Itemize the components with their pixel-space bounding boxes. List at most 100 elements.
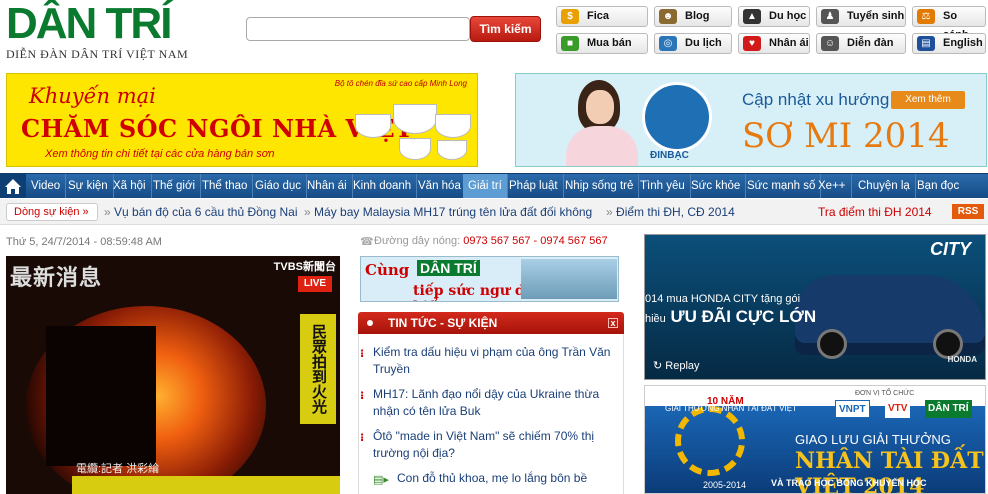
- banner-promo-label: Khuyến mại: [29, 84, 156, 108]
- search-button[interactable]: Tìm kiếm: [470, 16, 541, 42]
- ticker-link[interactable]: Vụ bán độ của 6 cầu thủ Đồng Nai: [114, 205, 297, 219]
- home-icon[interactable]: [0, 174, 26, 198]
- news-bullet-icon: ⁝: [360, 390, 365, 402]
- vnpt-logo: VNPT: [835, 400, 870, 418]
- nav-xa-hoi[interactable]: Xã hội: [108, 174, 152, 198]
- banner-update-text: Cập nhật xu hướng: [742, 90, 890, 109]
- quick-link-blog[interactable]: ☻ Blog: [654, 6, 732, 27]
- quick-link-dien-dan[interactable]: ☺ Diễn đàn: [816, 33, 906, 54]
- current-date: Thứ 5, 24/7/2014 - 08:59:48 AM: [6, 236, 162, 248]
- bowl-image: [437, 140, 467, 160]
- scales-icon: ⚖: [917, 9, 935, 24]
- quick-link-tuyen-sinh[interactable]: ♟ Tuyển sinh: [816, 6, 906, 27]
- event-stream-button[interactable]: Dòng sự kiện »: [6, 203, 98, 221]
- nav-phap-luat[interactable]: Pháp luật: [504, 174, 564, 198]
- ad-banner-shirts[interactable]: ĐINBẠC Cập nhật xu hướng Xem thêm SƠ MI …: [515, 73, 987, 167]
- bowl-image: [435, 114, 471, 138]
- banner-shirt-title: SƠ MI 2014: [742, 116, 950, 156]
- vtv-logo: VTV: [885, 400, 911, 418]
- honda-promo-headline: hiều ƯU ĐÃI CỰC LỚN: [645, 307, 817, 326]
- quick-link-mua-ban[interactable]: ■ Mua bán: [556, 33, 648, 54]
- event-ticker: Dòng sự kiện » » Vụ bán độ của 6 cầu thủ…: [0, 199, 988, 225]
- nav-nhan-ai[interactable]: Nhân ái: [302, 174, 353, 198]
- nav-tinh-yeu[interactable]: Tình yêu: [635, 174, 691, 198]
- heart-icon: ♥: [743, 36, 761, 51]
- ticker-bullet: »: [304, 205, 311, 219]
- brand-name: ĐINBẠC: [650, 150, 689, 161]
- replay-icon: ↻: [653, 360, 663, 372]
- ad-honda-city[interactable]: CITY 014 mua HONDA CITY tặng gói hiều ƯU…: [644, 234, 986, 380]
- quick-link-du-lich[interactable]: ◎ Du lịch: [654, 33, 732, 54]
- featured-news-image[interactable]: 最新消息 TVBS新聞台 LIVE 民眾拍到火光 電纜:記者 洪彩綸: [6, 256, 340, 494]
- ticker-link[interactable]: Điểm thi ĐH, CĐ 2014: [616, 205, 735, 219]
- nav-su-kien[interactable]: Sự kiện: [63, 174, 114, 198]
- exam-score-link[interactable]: Tra điểm thi ĐH 2014: [818, 203, 932, 221]
- banner-gift-note: Bộ tô chén đĩa sứ cao cấp Minh Long: [334, 79, 467, 88]
- news-section-header: TIN TỨC - SỰ KIỆN x: [358, 312, 624, 334]
- quick-link-du-hoc[interactable]: ▲ Du học: [738, 6, 810, 27]
- shopping-bag-icon: ■: [561, 36, 579, 51]
- nav-kinh-doanh[interactable]: Kinh doanh: [348, 174, 418, 198]
- brand-logo-circle: [642, 82, 712, 152]
- honda-logo: HONDA: [947, 355, 977, 364]
- ticker-link[interactable]: Máy bay Malaysia MH17 trúng tên lửa đất …: [314, 205, 592, 219]
- photo-overlay-title: 最新消息: [10, 266, 103, 291]
- bullet-icon: [367, 320, 373, 326]
- nav-giai-tri[interactable]: Giải trí: [463, 174, 508, 198]
- award-subtitle: GIẢI THƯỞNG NHÂN TÀI ĐẤT VIỆT: [665, 404, 797, 413]
- coins-icon: $: [561, 9, 579, 24]
- people-icon: ☻: [659, 9, 677, 24]
- bowl-image: [355, 114, 391, 138]
- phone-icon: ☎: [360, 236, 374, 248]
- dantri-mini-logo: DÂN TRÍ: [417, 260, 480, 276]
- quick-link-english[interactable]: ▤ English: [912, 33, 986, 54]
- quick-link-fica[interactable]: $ Fica: [556, 6, 648, 27]
- quick-links: $Fica ☻Blog ▲Du học ♟Tuyển sinh ⚖So sánh…: [556, 6, 986, 56]
- list-item[interactable]: ⁝ MH17: Lãnh đạo nổi dậy của Ukraine thừa…: [360, 386, 615, 420]
- list-item[interactable]: ▤▸ Con đỗ thủ khoa, mẹ lo lắng bôn bề: [373, 470, 615, 487]
- book-icon: ▤: [917, 36, 935, 51]
- bowl-image: [399, 138, 431, 160]
- nav-suc-manh-so[interactable]: Sức mạnh số: [742, 174, 822, 198]
- globe-icon: ◎: [659, 36, 677, 51]
- quick-link-nhan-ai[interactable]: ♥ Nhân ái: [738, 33, 810, 54]
- nav-xe[interactable]: Xe++: [813, 174, 852, 198]
- award-headline: GIAO LƯU GIẢI THƯỞNG: [795, 432, 951, 447]
- quick-link-so-sanh[interactable]: ⚖So sánh: [912, 6, 986, 41]
- nav-van-hoa[interactable]: Văn hóa: [413, 174, 467, 198]
- graduation-cap-icon: ▲: [743, 9, 761, 24]
- site-logo[interactable]: DÂN TRÍ DIỄN ĐÀN DÂN TRÍ VIỆT NAM: [6, 0, 216, 62]
- tv-channel-logo: TVBS新聞台: [273, 261, 336, 273]
- logo-tagline: DIỄN ĐÀN DÂN TRÍ VIỆT NAM: [6, 47, 189, 61]
- student-icon: ♟: [821, 9, 839, 24]
- ad-talent-award[interactable]: 10 NĂM GIẢI THƯỞNG NHÂN TÀI ĐẤT VIỆT ĐƠN…: [644, 385, 986, 494]
- nav-the-gioi[interactable]: Thế giới: [148, 174, 202, 198]
- award-years: 2005-2014: [703, 480, 747, 490]
- photo-caption: 電纜:記者 洪彩綸: [76, 463, 160, 475]
- hotline: Đường dây nóng: 0973 567 567 - 0974 567 …: [374, 235, 608, 247]
- see-more-button[interactable]: Xem thêm: [891, 91, 965, 109]
- dantri-logo: DÂN TRÍ: [925, 400, 972, 418]
- ad-banner-paint[interactable]: Khuyến mại CHĂM SÓC NGÔI NHÀ VIỆT Xem th…: [6, 73, 478, 167]
- nav-ban-doc[interactable]: Bạn đọc: [912, 174, 964, 198]
- list-item[interactable]: ⁝ Ôtô "made in Việt Nam" sẽ chiếm 70% thị…: [360, 428, 615, 462]
- news-list: ⁝ Kiểm tra dấu hiệu vi phạm của ông Trần …: [358, 334, 624, 494]
- honda-promo-line: 014 mua HONDA CITY tặng gói: [645, 293, 801, 305]
- nav-nhip-song-tre[interactable]: Nhịp sống trẻ: [560, 174, 640, 198]
- rss-button[interactable]: RSS: [952, 204, 984, 219]
- nav-the-thao[interactable]: Thể thao: [197, 174, 254, 198]
- car-image: [795, 275, 985, 359]
- nav-chuyen-la[interactable]: Chuyện lạ: [853, 174, 916, 198]
- list-item[interactable]: ⁝ Kiểm tra dấu hiệu vi phạm của ông Trần …: [360, 344, 615, 378]
- logo-text: DÂN TRÍ: [6, 0, 172, 48]
- award-scholarship: VÀ TRAO HỌC BỔNG KHUYẾN HỌC: [771, 478, 927, 488]
- news-bullet-icon: ⁝: [360, 432, 365, 444]
- nav-video[interactable]: Video: [26, 174, 67, 198]
- replay-button[interactable]: ↻ Replay: [653, 359, 700, 372]
- bowl-image: [393, 104, 437, 134]
- close-icon[interactable]: x: [608, 318, 618, 328]
- nav-giao-duc[interactable]: Giáo dục: [250, 174, 308, 198]
- search-input[interactable]: [246, 17, 470, 41]
- charity-banner[interactable]: Cùng DÂN TRÍ tiếp sức ngư dân bám biển: [360, 256, 619, 302]
- nav-suc-khoe[interactable]: Sức khỏe: [686, 174, 747, 198]
